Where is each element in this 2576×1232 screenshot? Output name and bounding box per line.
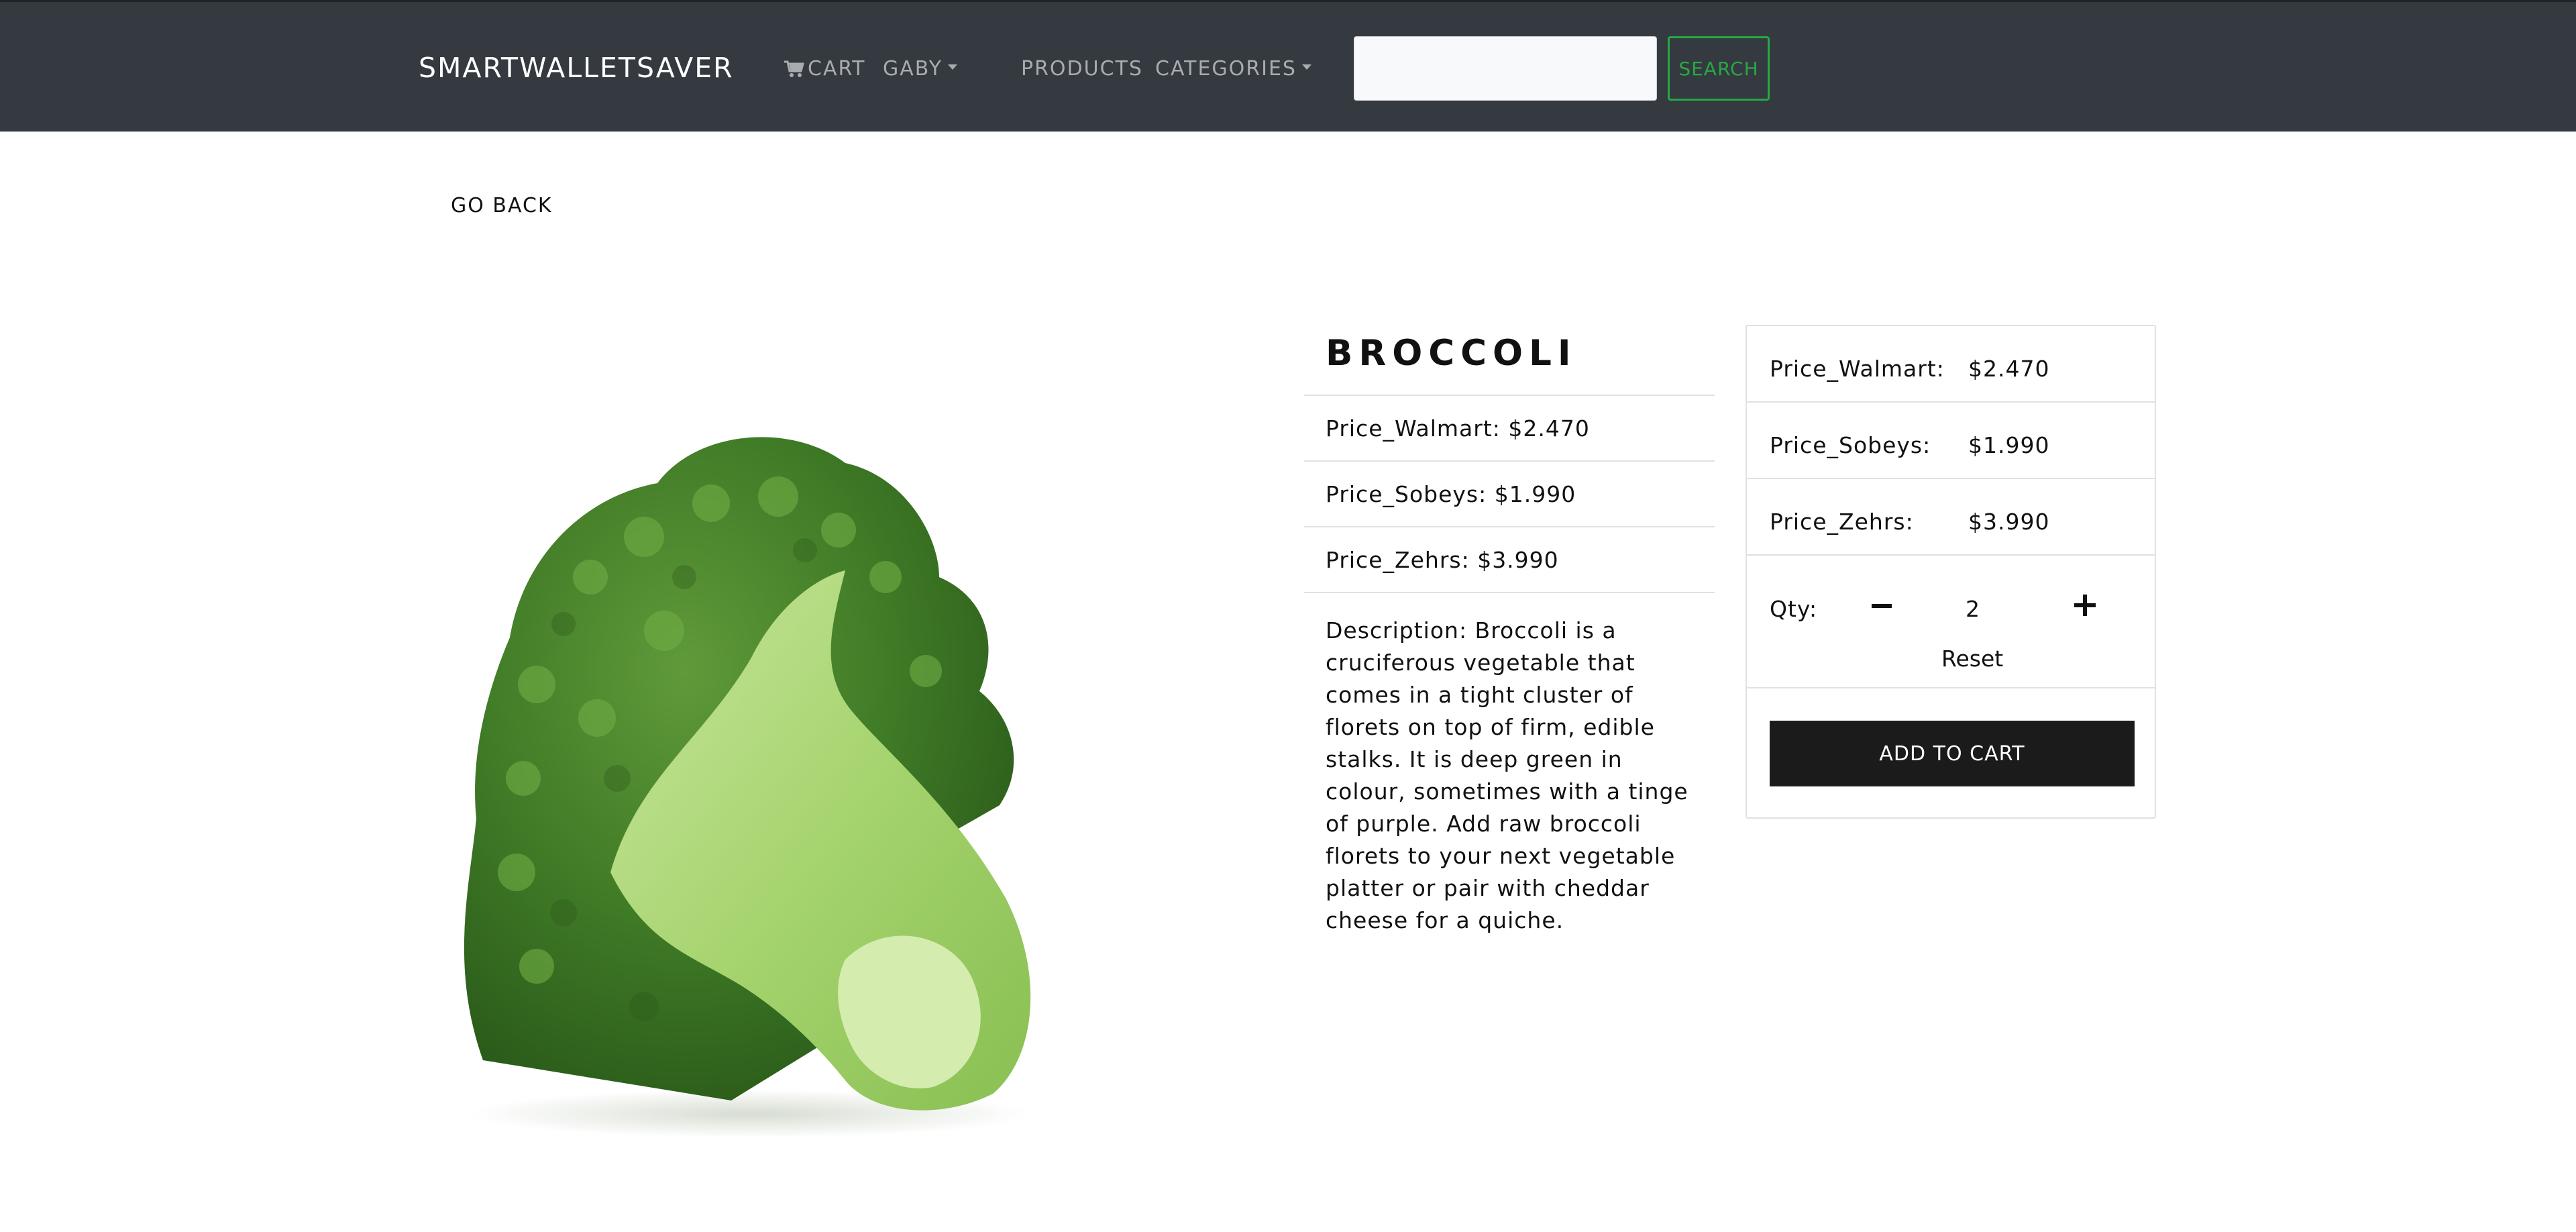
- info-price-sobeys: Price_Sobeys: $1.990: [1304, 462, 1715, 527]
- cart-icon: [784, 60, 804, 77]
- info-price-zehrs: Price_Zehrs: $3.990: [1304, 527, 1715, 593]
- nav-categories-dropdown[interactable]: CATEGORIES: [1155, 57, 1311, 81]
- qty-label: Qty:: [1770, 596, 1818, 622]
- qty-value: 2: [1966, 596, 1980, 622]
- minus-icon[interactable]: [1872, 604, 1892, 608]
- top-navbar: SMARTWALLETSAVER CART GABY PRODUCTS CATE…: [0, 0, 2576, 132]
- purchase-card: Price_Walmart: $2.470 Price_Sobeys: $1.9…: [1746, 325, 2156, 819]
- nav-categories-label: CATEGORIES: [1155, 57, 1297, 81]
- nav-user-dropdown[interactable]: GABY: [883, 57, 958, 81]
- nav-products-label: PRODUCTS: [1021, 57, 1143, 81]
- quantity-stepper: Qty: 2 Reset: [1747, 556, 2155, 688]
- search-button[interactable]: SEARCH: [1668, 36, 1770, 101]
- price-value: $2.470: [1968, 355, 2050, 382]
- chevron-down-icon: [948, 64, 958, 70]
- add-to-cart-block: ADD TO CART: [1747, 688, 2155, 819]
- brand-logo[interactable]: SMARTWALLETSAVER: [419, 52, 734, 84]
- product-info: BROCCOLI Price_Walmart: $2.470 Price_Sob…: [1304, 325, 1715, 937]
- add-to-cart-button[interactable]: ADD TO CART: [1770, 721, 2135, 786]
- card-price-walmart: Price_Walmart: $2.470: [1747, 326, 2155, 403]
- nav-user-label: GABY: [883, 57, 943, 81]
- chevron-down-icon: [1301, 64, 1311, 70]
- price-label: Price_Zehrs:: [1770, 508, 1914, 535]
- info-price-walmart: Price_Walmart: $2.470: [1304, 396, 1715, 462]
- plus-icon[interactable]: [2074, 595, 2096, 616]
- product-image: [464, 437, 1033, 1138]
- nav-cart-label: CART: [808, 57, 866, 81]
- nav-products-link[interactable]: PRODUCTS: [1021, 57, 1143, 81]
- product-title: BROCCOLI: [1304, 325, 1715, 396]
- go-back-link[interactable]: GO BACK: [451, 194, 553, 217]
- reset-button[interactable]: Reset: [1941, 646, 2003, 672]
- nav-cart-link[interactable]: CART: [784, 57, 865, 81]
- price-value: $3.990: [1968, 508, 2050, 535]
- card-price-sobeys: Price_Sobeys: $1.990: [1747, 403, 2155, 479]
- price-value: $1.990: [1968, 431, 2050, 458]
- product-description: Description: Broccoli is a cruciferous v…: [1326, 617, 1688, 933]
- price-label: Price_Sobeys:: [1770, 431, 1931, 458]
- price-label: Price_Walmart:: [1770, 355, 1945, 382]
- card-price-zehrs: Price_Zehrs: $3.990: [1747, 479, 2155, 556]
- search-input[interactable]: [1354, 36, 1657, 101]
